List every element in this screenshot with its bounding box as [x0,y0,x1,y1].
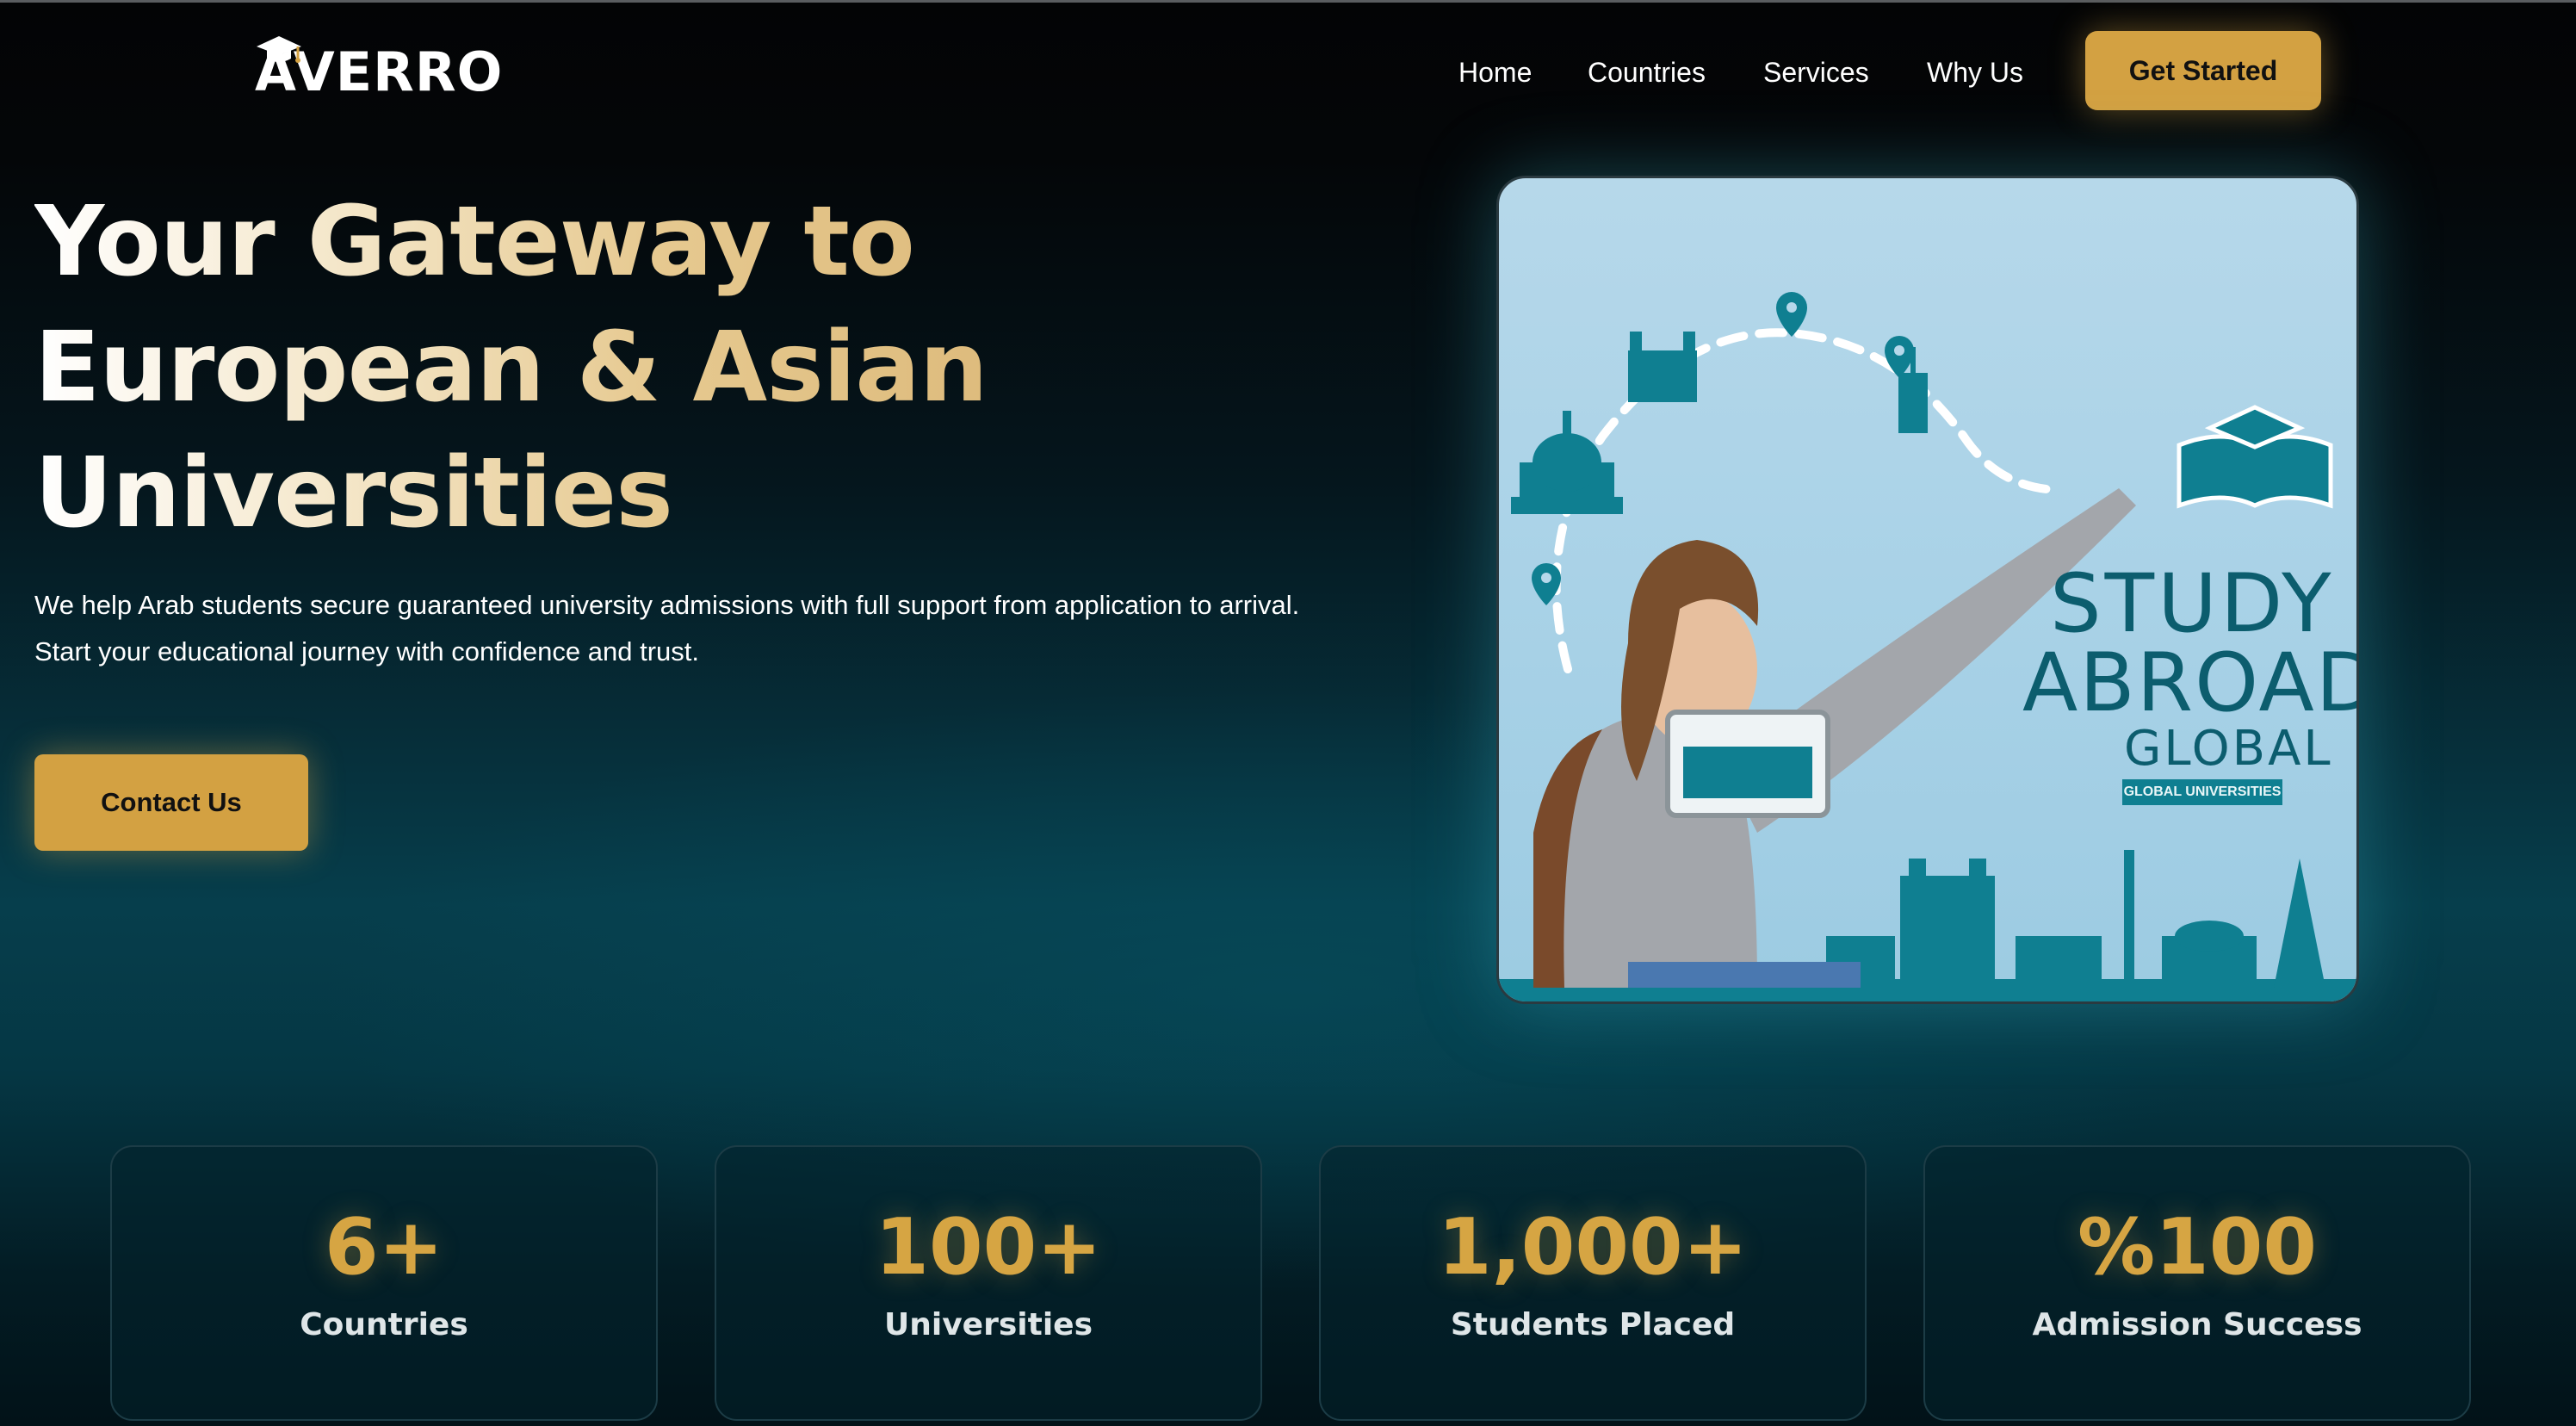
stat-label: Countries [300,1307,468,1342]
hero-title-line-2: European & Asian [34,312,988,424]
nav-link-countries[interactable]: Countries [1588,48,1706,96]
stat-value: %100 [2077,1202,2318,1293]
image-headline-global: GLOBAL [2124,721,2333,777]
stat-label: Universities [884,1307,1093,1342]
top-border [0,0,2576,3]
hero-title-line-3: Universities [34,437,672,549]
hero-title: Your Gateway to European & Asian Univers… [34,179,1068,556]
image-badge: GLOBAL UNIVERSITIES [2122,779,2282,805]
nav-link-services[interactable]: Services [1763,48,1869,96]
stat-card-countries: 6+ Countries [110,1145,658,1421]
stat-card-admission-success: %100 Admission Success [1923,1145,2471,1421]
hero-image: STUDY ABROAD GLOBAL GLOBAL UNIVERSITIES [1496,176,2359,1004]
nav-link-home[interactable]: Home [1458,48,1532,96]
image-headline-abroad: ABROAD [2022,636,2359,730]
student-figure [1533,488,2136,988]
stat-value: 6+ [324,1202,444,1293]
contact-us-button[interactable]: Contact Us [34,754,308,851]
stat-card-students-placed: 1,000+ Students Placed [1319,1145,1867,1421]
stat-label: Admission Success [2032,1307,2362,1342]
stat-card-universities: 100+ Universities [715,1145,1262,1421]
nav-link-why-us[interactable]: Why Us [1927,48,2023,96]
hero-title-line-1: Your Gateway to [34,186,914,298]
book-cap-icon [2177,405,2333,509]
hero-description: We help Arab students secure guaranteed … [34,590,1300,666]
get-started-button[interactable]: Get Started [2085,31,2321,110]
stat-label: Students Placed [1450,1307,1736,1342]
stat-value: 100+ [875,1202,1102,1293]
stat-value: 1,000+ [1437,1202,1749,1293]
